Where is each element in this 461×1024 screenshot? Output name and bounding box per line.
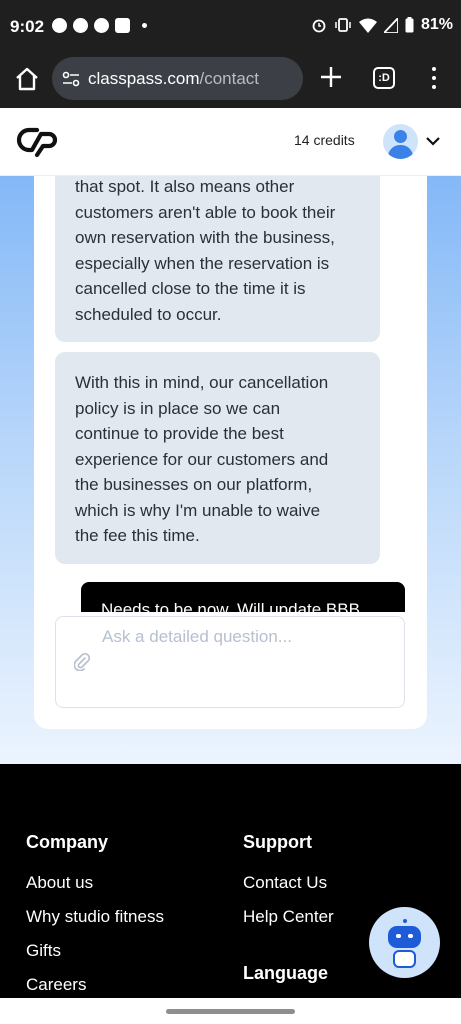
agent-message: that spot. It also means other customers… [55,176,380,342]
robot-antenna-icon [403,919,407,923]
footer-company-column: Company About us Why studio fitness Gift… [26,832,164,1009]
status-bar: 9:02 81% [0,0,461,55]
status-time: 9:02 [10,17,45,36]
site-header: 14 credits [0,108,461,176]
chevron-down-icon[interactable] [425,135,441,147]
avatar[interactable] [383,124,418,159]
question-input[interactable] [102,625,392,649]
url-path: /contact [199,68,260,88]
browser-toolbar: classpass.com/contact :D [0,55,461,108]
system-navigation-bar [0,998,461,1024]
battery-percent: 81% [420,16,453,33]
footer-link-contact-us[interactable]: Contact Us [243,873,334,907]
attachment-icon[interactable] [74,653,90,671]
message-line: which is why I'm unable to waive [75,500,321,520]
message-line: own reservation with the business, [75,228,335,247]
message-line: the fee this time. [75,526,200,545]
browser-menu-icon[interactable] [430,67,438,89]
system-icons: 81% [311,16,453,34]
chat-card: that spot. It also means other customers… [34,176,427,729]
message-line: that spot. It also means other [75,177,295,196]
message-line: customers aren't able to book their [75,202,336,222]
robot-icon [388,926,421,948]
site-settings-icon[interactable] [62,70,80,88]
vibrate-icon [335,18,351,32]
agent-message: With this in mind, our cancellation poli… [55,352,380,564]
more-notifications-dot-icon [142,23,147,28]
play-icon [94,18,109,33]
credits-count[interactable]: 14 credits [294,132,355,148]
chat-input-box[interactable] [55,616,405,708]
new-tab-icon[interactable] [318,64,344,90]
url-text: classpass.com/contact [88,69,259,89]
battery-icon [405,17,414,33]
message-line: policy is in place so we can [75,398,281,418]
message-line: cancelled close to the time it is [75,279,306,298]
home-icon[interactable] [14,66,40,92]
site-footer: Company About us Why studio fitness Gift… [0,764,461,1024]
gesture-handle[interactable] [166,1009,295,1014]
chatbot-button[interactable] [369,907,440,978]
footer-link-about-us[interactable]: About us [26,873,164,907]
signal-icon [383,17,398,33]
robot-body-icon [393,950,416,968]
message-line: experience for our customers and [75,449,329,469]
facebook-icon [73,18,88,33]
url-host: classpass.com [88,68,200,88]
footer-support-title: Support [243,832,312,852]
message-line: especially when the reservation is [75,253,330,273]
footer-link-gifts[interactable]: Gifts [26,941,164,975]
message-line: scheduled to occur. [75,304,222,324]
message-line: the businesses on our platform, [75,475,313,494]
alarm-icon [312,19,326,33]
contact-page-main: that spot. It also means other customers… [0,176,461,764]
image-icon [115,18,130,33]
messenger-icon [52,18,67,33]
classpass-logo[interactable] [16,124,62,158]
user-message: Needs to be now. Will update BBB [81,582,405,612]
tab-switcher-button[interactable]: :D [373,67,395,89]
footer-company-title: Company [26,832,109,852]
message-line: continue to provide the best [75,424,284,443]
footer-link-help-center[interactable]: Help Center [243,907,334,941]
message-line: With this in mind, our cancellation [75,373,329,392]
footer-support-column: Support Contact Us Help Center Language [243,832,334,997]
wifi-icon [358,18,377,33]
notification-icons [52,18,147,33]
footer-link-why-studio-fitness[interactable]: Why studio fitness [26,907,164,941]
footer-language-title: Language [243,963,329,983]
address-bar[interactable]: classpass.com/contact [52,57,303,100]
